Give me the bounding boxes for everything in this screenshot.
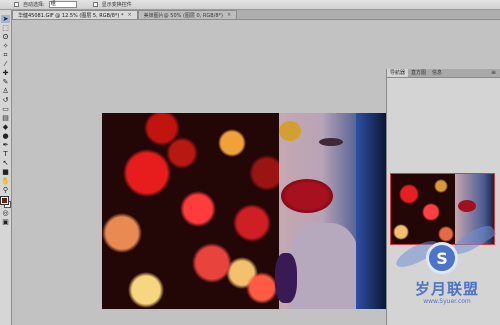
history-brush-icon[interactable]: ↺ bbox=[1, 96, 10, 104]
navigator-preview-lips bbox=[458, 200, 476, 212]
bokeh-image bbox=[102, 113, 279, 309]
portrait-eye bbox=[319, 138, 343, 146]
eyedropper-icon[interactable]: ⁄ bbox=[1, 60, 10, 68]
quick-mask-icon[interactable]: ◎ bbox=[1, 209, 10, 217]
dodge-icon[interactable]: ● bbox=[1, 132, 10, 140]
show-transform-checkbox[interactable] bbox=[92, 2, 98, 7]
auto-select-label: 自动选择: bbox=[23, 2, 45, 8]
healing-brush-icon[interactable]: ✚ bbox=[1, 69, 10, 77]
portrait-eyeshadow bbox=[279, 121, 301, 141]
close-icon[interactable]: × bbox=[127, 12, 131, 18]
portrait-hair bbox=[356, 113, 386, 309]
gradient-icon[interactable]: ▤ bbox=[1, 114, 10, 122]
tab-info[interactable]: 信息 bbox=[429, 69, 445, 77]
tools-panel: ➤ ⬚ ʘ ✧ ⌗ ⁄ ✚ ✎ ♙ ↺ ▭ ▤ ◆ ● ✒ T ↖ ■ ✋ ⚲ … bbox=[0, 10, 12, 325]
document-tab-label: 美妹图片@ 50% (图层 0, RGB/8*) bbox=[143, 12, 223, 19]
tab-navigator[interactable]: 导航器 bbox=[387, 69, 409, 77]
hand-icon[interactable]: ✋ bbox=[1, 177, 10, 185]
document-tab-label: 华健45081.GIF @ 12.5% (图层 5, RGB/8*) * bbox=[18, 12, 124, 19]
blur-icon[interactable]: ◆ bbox=[1, 123, 10, 131]
zoom-icon[interactable]: ⚲ bbox=[1, 186, 10, 194]
color-swatches[interactable] bbox=[0, 196, 11, 208]
foreground-color-swatch[interactable] bbox=[0, 196, 9, 205]
lasso-icon[interactable]: ʘ bbox=[1, 33, 10, 41]
crop-icon[interactable]: ⌗ bbox=[1, 51, 10, 59]
auto-select-checkbox[interactable] bbox=[14, 2, 19, 7]
portrait-lips bbox=[281, 179, 333, 213]
document-tab-bar: 华健45081.GIF @ 12.5% (图层 5, RGB/8*) * × 美… bbox=[12, 10, 500, 20]
brush-icon[interactable]: ✎ bbox=[1, 78, 10, 86]
document-canvas[interactable] bbox=[102, 113, 386, 309]
pen-icon[interactable]: ✒ bbox=[1, 141, 10, 149]
watermark-badge: S bbox=[426, 242, 458, 274]
panel-menu-icon[interactable]: ≡ bbox=[491, 69, 500, 77]
marquee-icon[interactable]: ⬚ bbox=[1, 24, 10, 32]
screen-mode-icon[interactable]: ▣ bbox=[1, 218, 10, 226]
portrait-scarf bbox=[275, 253, 297, 303]
portrait-image bbox=[275, 113, 386, 309]
watermark-logo: S 岁月联盟 www.5yuer.com bbox=[392, 221, 497, 322]
path-select-icon[interactable]: ↖ bbox=[1, 159, 10, 167]
auto-select-dropdown[interactable]: 组 bbox=[48, 1, 77, 8]
eraser-icon[interactable]: ▭ bbox=[1, 105, 10, 113]
watermark-text: 岁月联盟 bbox=[414, 280, 479, 298]
document-tab-active[interactable]: 华健45081.GIF @ 12.5% (图层 5, RGB/8*) * × bbox=[12, 10, 138, 19]
shape-icon[interactable]: ■ bbox=[1, 168, 10, 176]
type-icon[interactable]: T bbox=[1, 150, 10, 158]
document-tab[interactable]: 美妹图片@ 50% (图层 0, RGB/8*) × bbox=[137, 10, 238, 19]
show-transform-label: 显示变换控件 bbox=[101, 2, 132, 8]
magic-wand-icon[interactable]: ✧ bbox=[1, 42, 10, 50]
clone-stamp-icon[interactable]: ♙ bbox=[1, 87, 10, 95]
options-bar: 自动选择: 组 显示变换控件 bbox=[0, 0, 500, 10]
portrait-chin bbox=[289, 223, 359, 309]
tab-histogram[interactable]: 直方图 bbox=[408, 69, 429, 77]
navigator-tab-bar: 导航器 直方图 信息 ≡ bbox=[387, 69, 500, 78]
watermark-url: www.5yuer.com bbox=[423, 298, 471, 305]
close-icon[interactable]: × bbox=[227, 12, 231, 18]
move-icon[interactable]: ➤ bbox=[1, 15, 10, 23]
